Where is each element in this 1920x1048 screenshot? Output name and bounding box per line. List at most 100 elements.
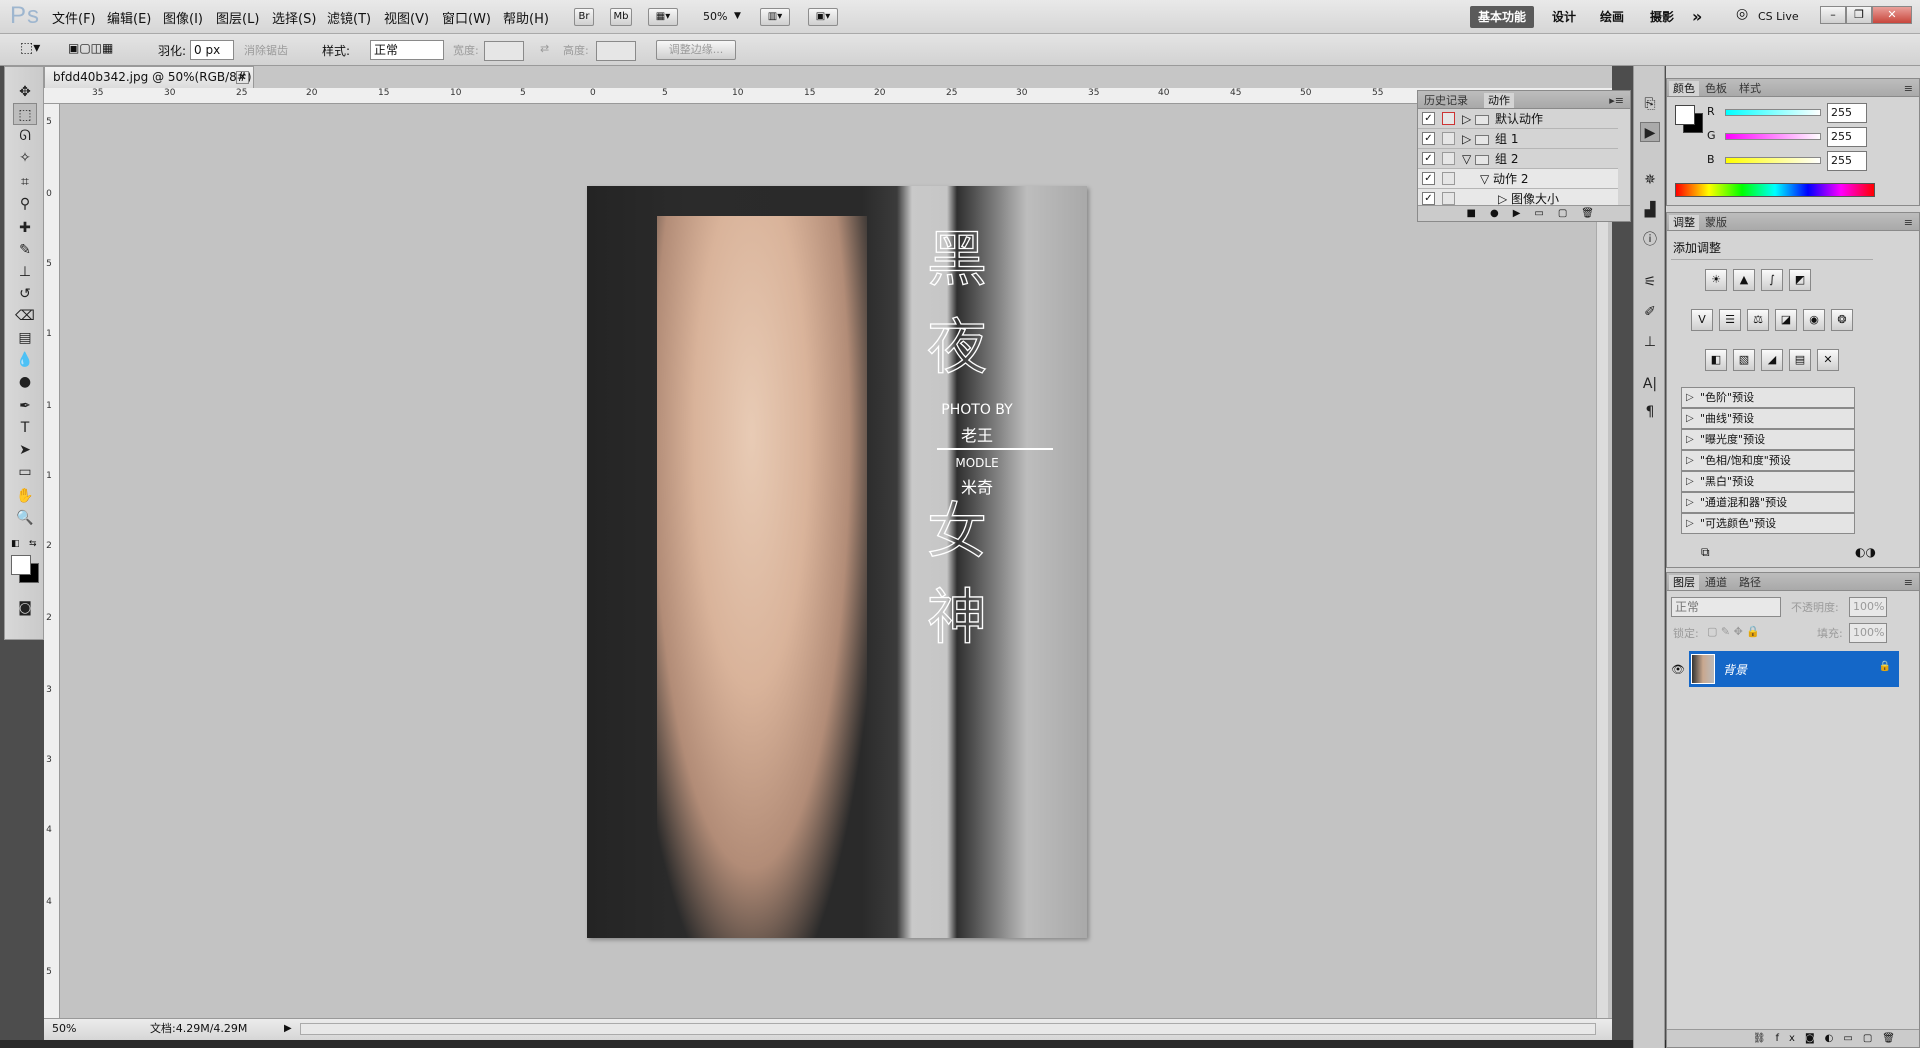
threshold-icon[interactable]: ◢ (1761, 349, 1783, 371)
selection-mode-icons[interactable]: ▣▢◫▦ (68, 41, 113, 55)
tab-layers[interactable]: 图层 (1669, 575, 1699, 590)
eye-icon[interactable]: 👁 (1671, 663, 1685, 676)
panel-menu-icon[interactable]: ▸≡ (1605, 93, 1628, 108)
eyedropper-tool-icon[interactable]: ⚲ (13, 193, 37, 215)
layer-row[interactable]: 👁 背景 🔒 (1667, 651, 1919, 691)
preset-curves[interactable]: "曲线"预设 (1681, 408, 1855, 429)
document-tab[interactable]: bfdd40b342.jpg @ 50%(RGB/8#) ✕ (44, 66, 254, 88)
bridge-button[interactable]: Br (574, 8, 594, 26)
close-button[interactable]: ✕ (1872, 6, 1912, 24)
action-row[interactable]: ✓ ▷ 组 1 (1418, 129, 1618, 149)
selective-color-icon[interactable]: ✕ (1817, 349, 1839, 371)
action-row[interactable]: ✓ ▷ 默认动作 (1418, 109, 1618, 129)
swap-colors-icon[interactable]: ⇆ (29, 539, 41, 549)
lasso-tool-icon[interactable]: ᘏ (13, 125, 37, 147)
tab-channels[interactable]: 通道 (1701, 575, 1731, 590)
preset-black-white[interactable]: "黑白"预设 (1681, 471, 1855, 492)
blur-tool-icon[interactable]: 💧 (13, 349, 37, 371)
action-row[interactable]: ✓ ▽ 动作 2 (1418, 169, 1618, 189)
color-ramp[interactable] (1675, 183, 1875, 197)
eraser-tool-icon[interactable]: ⌫ (13, 305, 37, 327)
tab-paths[interactable]: 路径 (1735, 575, 1765, 590)
width-input[interactable] (484, 41, 524, 61)
tab-swatches[interactable]: 色板 (1701, 81, 1731, 96)
chevron-down-icon[interactable]: ▼ (734, 11, 741, 21)
height-input[interactable] (596, 41, 636, 61)
workspace-photography[interactable]: 摄影 (1642, 6, 1682, 28)
hue-saturation-icon[interactable]: ☰ (1719, 309, 1741, 331)
swap-icon[interactable]: ⇄ (540, 42, 549, 55)
r-value[interactable]: 255 (1827, 103, 1867, 123)
brush-icon[interactable]: ✐ (1640, 302, 1660, 322)
refine-edge-button[interactable]: 调整边缘... (656, 40, 736, 60)
menu-layer[interactable]: 图层(L) (216, 8, 259, 27)
posterize-icon[interactable]: ▧ (1733, 349, 1755, 371)
marquee-preset-icon[interactable]: ⬚▾ (20, 40, 40, 56)
status-menu-arrow-icon[interactable]: ▶ (284, 1019, 292, 1039)
feather-input[interactable]: 0 px (190, 40, 234, 60)
histogram-icon[interactable]: ▟ (1640, 200, 1660, 220)
foreground-color-swatch[interactable] (11, 555, 31, 575)
workspace-painting[interactable]: 绘画 (1592, 6, 1632, 28)
type-tool-icon[interactable]: T (13, 417, 37, 439)
menu-filter[interactable]: 滤镜(T) (327, 8, 371, 27)
move-tool-icon[interactable]: ✥ (13, 81, 37, 103)
levels-icon[interactable]: ▲ (1733, 269, 1755, 291)
blend-mode-select[interactable]: 正常 (1671, 597, 1781, 617)
r-slider[interactable] (1725, 109, 1821, 116)
menu-image[interactable]: 图像(I) (163, 8, 203, 27)
tab-color[interactable]: 颜色 (1669, 81, 1699, 96)
style-select[interactable]: 正常 (370, 40, 444, 60)
vertical-scrollbar[interactable] (1596, 104, 1608, 1018)
gradient-tool-icon[interactable]: ▤ (13, 327, 37, 349)
marquee-tool-icon[interactable]: ⬚ (13, 103, 37, 125)
default-colors-icon[interactable]: ◧ (11, 539, 23, 549)
menu-view[interactable]: 视图(V) (384, 8, 429, 27)
preset-hue-saturation[interactable]: "色相/饱和度"预设 (1681, 450, 1855, 471)
paragraph-icon[interactable]: ¶ (1640, 402, 1660, 422)
panel-menu-icon[interactable]: ≡ (1900, 81, 1917, 96)
curves-icon[interactable]: ∫ (1761, 269, 1783, 291)
mini-bridge-button[interactable]: Mb (610, 8, 632, 26)
clip-icon[interactable]: ⧉ (1701, 545, 1710, 560)
dodge-tool-icon[interactable]: ● (13, 371, 37, 393)
tab-styles[interactable]: 样式 (1735, 81, 1765, 96)
status-zoom[interactable]: 50% (52, 1019, 76, 1039)
toggle-icon[interactable]: ◐◑ (1855, 545, 1876, 559)
cs-live-icon[interactable]: ◎ (1736, 6, 1748, 22)
menu-select[interactable]: 选择(S) (272, 8, 316, 27)
brush-presets-icon[interactable]: ⚟ (1640, 272, 1660, 292)
pen-tool-icon[interactable]: ✒ (13, 395, 37, 417)
invert-icon[interactable]: ◧ (1705, 349, 1727, 371)
screen-mode-button[interactable]: ▣▾ (808, 8, 838, 26)
tab-history[interactable]: 历史记录 (1420, 93, 1472, 108)
workspace-design[interactable]: 设计 (1544, 6, 1584, 28)
shape-tool-icon[interactable]: ▭ (13, 461, 37, 483)
gradient-map-icon[interactable]: ▤ (1789, 349, 1811, 371)
horizontal-scrollbar[interactable] (300, 1023, 1596, 1035)
panel-menu-icon[interactable]: ≡ (1900, 575, 1917, 590)
navigator-icon[interactable]: ✵ (1640, 170, 1660, 190)
vibrance-icon[interactable]: V (1691, 309, 1713, 331)
brightness-icon[interactable]: ☀ (1705, 269, 1727, 291)
actions-icon[interactable]: ▶ (1640, 122, 1660, 142)
menu-file[interactable]: 文件(F) (52, 8, 96, 27)
minimize-button[interactable]: – (1820, 6, 1846, 24)
lock-icons[interactable]: ▢ ✎ ✥ 🔒 (1707, 625, 1760, 638)
actions-footer[interactable]: ■●▶▭▢🗑 (1418, 205, 1630, 221)
b-value[interactable]: 255 (1827, 151, 1867, 171)
zoom-tool-icon[interactable]: 🔍 (13, 507, 37, 529)
menu-edit[interactable]: 编辑(E) (107, 8, 151, 27)
crop-tool-icon[interactable]: ⌗ (13, 171, 37, 193)
panel-menu-icon[interactable]: ≡ (1900, 215, 1917, 230)
opacity-input[interactable]: 100% (1849, 597, 1887, 617)
path-select-tool-icon[interactable]: ➤ (13, 439, 37, 461)
exposure-icon[interactable]: ◩ (1789, 269, 1811, 291)
layer-selected[interactable]: 背景 🔒 (1689, 651, 1899, 687)
fg-swatch[interactable] (1675, 105, 1695, 125)
view-extras-button[interactable]: ▦▾ (648, 8, 678, 26)
restore-button[interactable]: ❐ (1846, 6, 1872, 24)
zoom-level-select[interactable]: 50% (703, 10, 727, 23)
fill-input[interactable]: 100% (1849, 623, 1887, 643)
quick-mask-icon[interactable]: ◙ (13, 597, 37, 619)
